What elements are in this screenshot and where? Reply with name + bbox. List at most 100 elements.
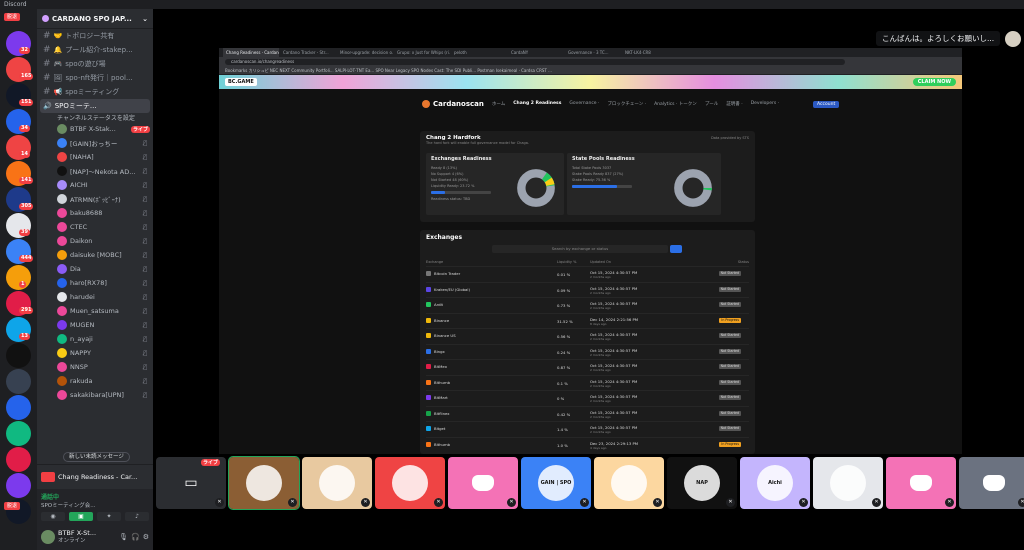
- voice-user[interactable]: AICHI 🎙̸: [37, 178, 153, 192]
- nav-item[interactable]: Analytics · トークン: [654, 101, 697, 107]
- camera-button[interactable]: ◉: [41, 512, 65, 521]
- claim-button[interactable]: CLAIM NOW: [912, 78, 956, 86]
- table-row[interactable]: BitMart 0 % Oct 15, 2024 4:30:57 PM 2 month…: [426, 390, 749, 406]
- voice-user[interactable]: daisuke [MOBC] 🎙̸: [37, 248, 153, 262]
- nav-item[interactable]: ブロックチェーン ·: [607, 101, 646, 107]
- nav-item[interactable]: ホーム: [492, 101, 505, 107]
- voice-user[interactable]: ATRMN(ﾎﾞｯﾋﾞｰﾅ) 🎙̸: [37, 192, 153, 206]
- channel-status[interactable]: チャンネルステータスを設定: [37, 113, 153, 122]
- screen-share-button[interactable]: ▣: [69, 512, 93, 521]
- voice-user[interactable]: NAPPY 🎙̸: [37, 346, 153, 360]
- participant-tile[interactable]: ✕: [375, 457, 445, 509]
- browser-tab[interactable]: CardaNY: [508, 48, 564, 57]
- participant-tile[interactable]: ✕: [448, 457, 518, 509]
- browser-tab[interactable]: Minor-upgrade: decision o...: [337, 48, 393, 57]
- nav-item[interactable]: Developers ·: [751, 101, 779, 107]
- exchange-search-button[interactable]: [670, 245, 682, 253]
- nav-item[interactable]: 証明書 ·: [726, 101, 742, 107]
- voice-user[interactable]: haro[RX78] 🎙̸: [37, 276, 153, 290]
- mic-icon[interactable]: 🎙: [119, 533, 128, 541]
- gear-icon[interactable]: ⚙: [143, 533, 149, 541]
- activity-label: Chang Readiness - Car...: [58, 473, 138, 481]
- browser-tab[interactable]: Cardano Tracker - Str...: [280, 48, 336, 57]
- table-row[interactable]: Bithumb 1.0 % Dec 23, 2024 2:29:13 PM 4 day…: [426, 436, 749, 453]
- participant-tile[interactable]: Aichi ✕: [740, 457, 810, 509]
- voice-user[interactable]: rakuda 🎙̸: [37, 374, 153, 388]
- voice-user[interactable]: Daikon 🎙̸: [37, 234, 153, 248]
- participant-tile[interactable]: NAP ✕: [667, 457, 737, 509]
- table-row[interactable]: BitMex 0.87 % Oct 15, 2024 4:30:57 PM 2 mon…: [426, 359, 749, 375]
- server-icon[interactable]: [6, 447, 31, 472]
- user-name: CTEC: [70, 223, 88, 231]
- server-icon[interactable]: [6, 473, 31, 498]
- table-row[interactable]: Bitget 1.4 % Oct 15, 2024 4:30:57 PM 2 mont…: [426, 421, 749, 437]
- server-icon[interactable]: [6, 395, 31, 420]
- url-bar[interactable]: cardanoscan.io/changreadiness: [219, 57, 962, 66]
- activity-bar[interactable]: Chang Readiness - Car...: [37, 464, 153, 489]
- server-header[interactable]: CARDANO SPO JAP... ⌄: [37, 9, 153, 29]
- voice-user[interactable]: harudei 🎙̸: [37, 290, 153, 304]
- nav-item[interactable]: Governance ·: [569, 101, 599, 107]
- server-icon[interactable]: [6, 343, 31, 368]
- table-row[interactable]: Ardit 0.73 % Oct 15, 2024 4:30:57 PM 2 mont…: [426, 297, 749, 313]
- voice-user[interactable]: CTEC 🎙̸: [37, 220, 153, 234]
- participant-tile[interactable]: ✕: [302, 457, 372, 509]
- ad-banner[interactable]: BC.GAME CLAIM NOW: [219, 75, 962, 89]
- participant-tile[interactable]: GAIN | SPO ✕: [521, 457, 591, 509]
- account-button[interactable]: Account: [813, 100, 840, 108]
- avatar: [1005, 31, 1021, 47]
- table-row[interactable]: Bingx 0.24 % Oct 15, 2024 4:30:57 PM 2 mont…: [426, 343, 749, 360]
- participant-tile[interactable]: ✕: [886, 457, 956, 509]
- browser-tab[interactable]: NKT·LK4·CR8: [622, 48, 678, 57]
- activity-button[interactable]: ✦: [97, 512, 121, 521]
- table-row[interactable]: Bithumb 0.1 % Oct 15, 2024 4:30:57 PM 2 mon…: [426, 374, 749, 391]
- voice-channel-active[interactable]: 🔊 SPOミーテ...: [40, 99, 150, 113]
- channel-item[interactable]: # 🖼 spo-nft発行｜pool...: [37, 71, 153, 85]
- table-row[interactable]: Binance 31.52 % Dec 14, 2024 2:21:56 PM 8 d…: [426, 312, 749, 329]
- browser-tab[interactable]: peloth: [451, 48, 507, 57]
- voice-user[interactable]: baku8688 🎙̸: [37, 206, 153, 220]
- table-row[interactable]: Bitcoin Trader 0.01 % Oct 15, 2024 4:30:57…: [426, 266, 749, 282]
- voice-user[interactable]: [NAHA] 🎙̸: [37, 150, 153, 164]
- nav-item[interactable]: Chang 2 Readiness: [513, 101, 561, 107]
- browser-tab[interactable]: Governance · 3 TC...: [565, 48, 621, 57]
- voice-user[interactable]: Dia 🎙̸: [37, 262, 153, 276]
- participant-tile[interactable]: ✕: [813, 457, 883, 509]
- new-messages-pill[interactable]: 新しい未読メッセージ: [63, 452, 130, 462]
- voice-user[interactable]: [NAP]～Nekota AD... 🎙̸: [37, 164, 153, 178]
- user-name: daisuke [MOBC]: [70, 251, 122, 259]
- voice-user[interactable]: NNSP 🎙̸: [37, 360, 153, 374]
- voice-user[interactable]: n_ayaji 🎙̸: [37, 332, 153, 346]
- participant-tile[interactable]: ✕: [594, 457, 664, 509]
- shared-screen-browser[interactable]: Chang Readiness · Cardano... Cardano Trac…: [219, 48, 962, 454]
- avatar[interactable]: [41, 530, 55, 544]
- headphones-icon[interactable]: 🎧: [131, 533, 140, 541]
- table-row[interactable]: Kraken/EU (Global) 0.09 % Oct 15, 2024 4:3…: [426, 281, 749, 298]
- voice-user[interactable]: BTBF X-Stak... ライブ: [37, 122, 153, 136]
- exchange-search-input[interactable]: Search by exchange or status: [492, 245, 668, 253]
- url-text[interactable]: cardanoscan.io/changreadiness: [225, 58, 845, 65]
- participant-tile[interactable]: ✕: [228, 456, 300, 510]
- channel-item[interactable]: # 🔔 プール紹介-stakep...: [37, 43, 153, 57]
- browser-tab[interactable]: Grupo: x Just for Whips (ri...: [394, 48, 450, 57]
- channel-item[interactable]: # 📢 spoミーティング: [37, 85, 153, 99]
- participant-tile[interactable]: ✕: [959, 457, 1024, 509]
- voice-connected-subtitle[interactable]: SPOミーティング会...: [41, 501, 149, 509]
- server-icon[interactable]: [6, 421, 31, 446]
- hardfork-credit[interactable]: Data provided by STS: [711, 136, 749, 140]
- soundboard-button[interactable]: ♪: [125, 512, 149, 521]
- participant-tile[interactable]: ライブ ▭ ✕: [156, 457, 226, 509]
- server-icon[interactable]: [6, 369, 31, 394]
- site-brand[interactable]: Cardanoscan: [422, 100, 484, 108]
- voice-user[interactable]: Muen_satsuma 🎙̸: [37, 304, 153, 318]
- browser-tab[interactable]: Chang Readiness · Cardano...: [223, 48, 279, 57]
- table-row[interactable]: Binance US 0.56 % Oct 15, 2024 4:30:57 PM 2…: [426, 328, 749, 344]
- nav-item[interactable]: プール: [705, 101, 719, 107]
- voice-user[interactable]: MUGEN 🎙̸: [37, 318, 153, 332]
- table-row[interactable]: Bitflinex 0.42 % Oct 15, 2024 4:30:57 PM 2 …: [426, 405, 749, 422]
- bookmarks-bar[interactable]: Bookmarks カリシュピ NEC NEXT Community Portf…: [219, 66, 962, 75]
- voice-user[interactable]: [GAIN]おっちー 🎙̸: [37, 136, 153, 150]
- channel-item[interactable]: # 🤝 トポロジー共有: [37, 29, 153, 43]
- voice-user[interactable]: sakakibara[UPN] 🎙̸: [37, 388, 153, 402]
- channel-item[interactable]: # 🎮 spoの遊び場: [37, 57, 153, 71]
